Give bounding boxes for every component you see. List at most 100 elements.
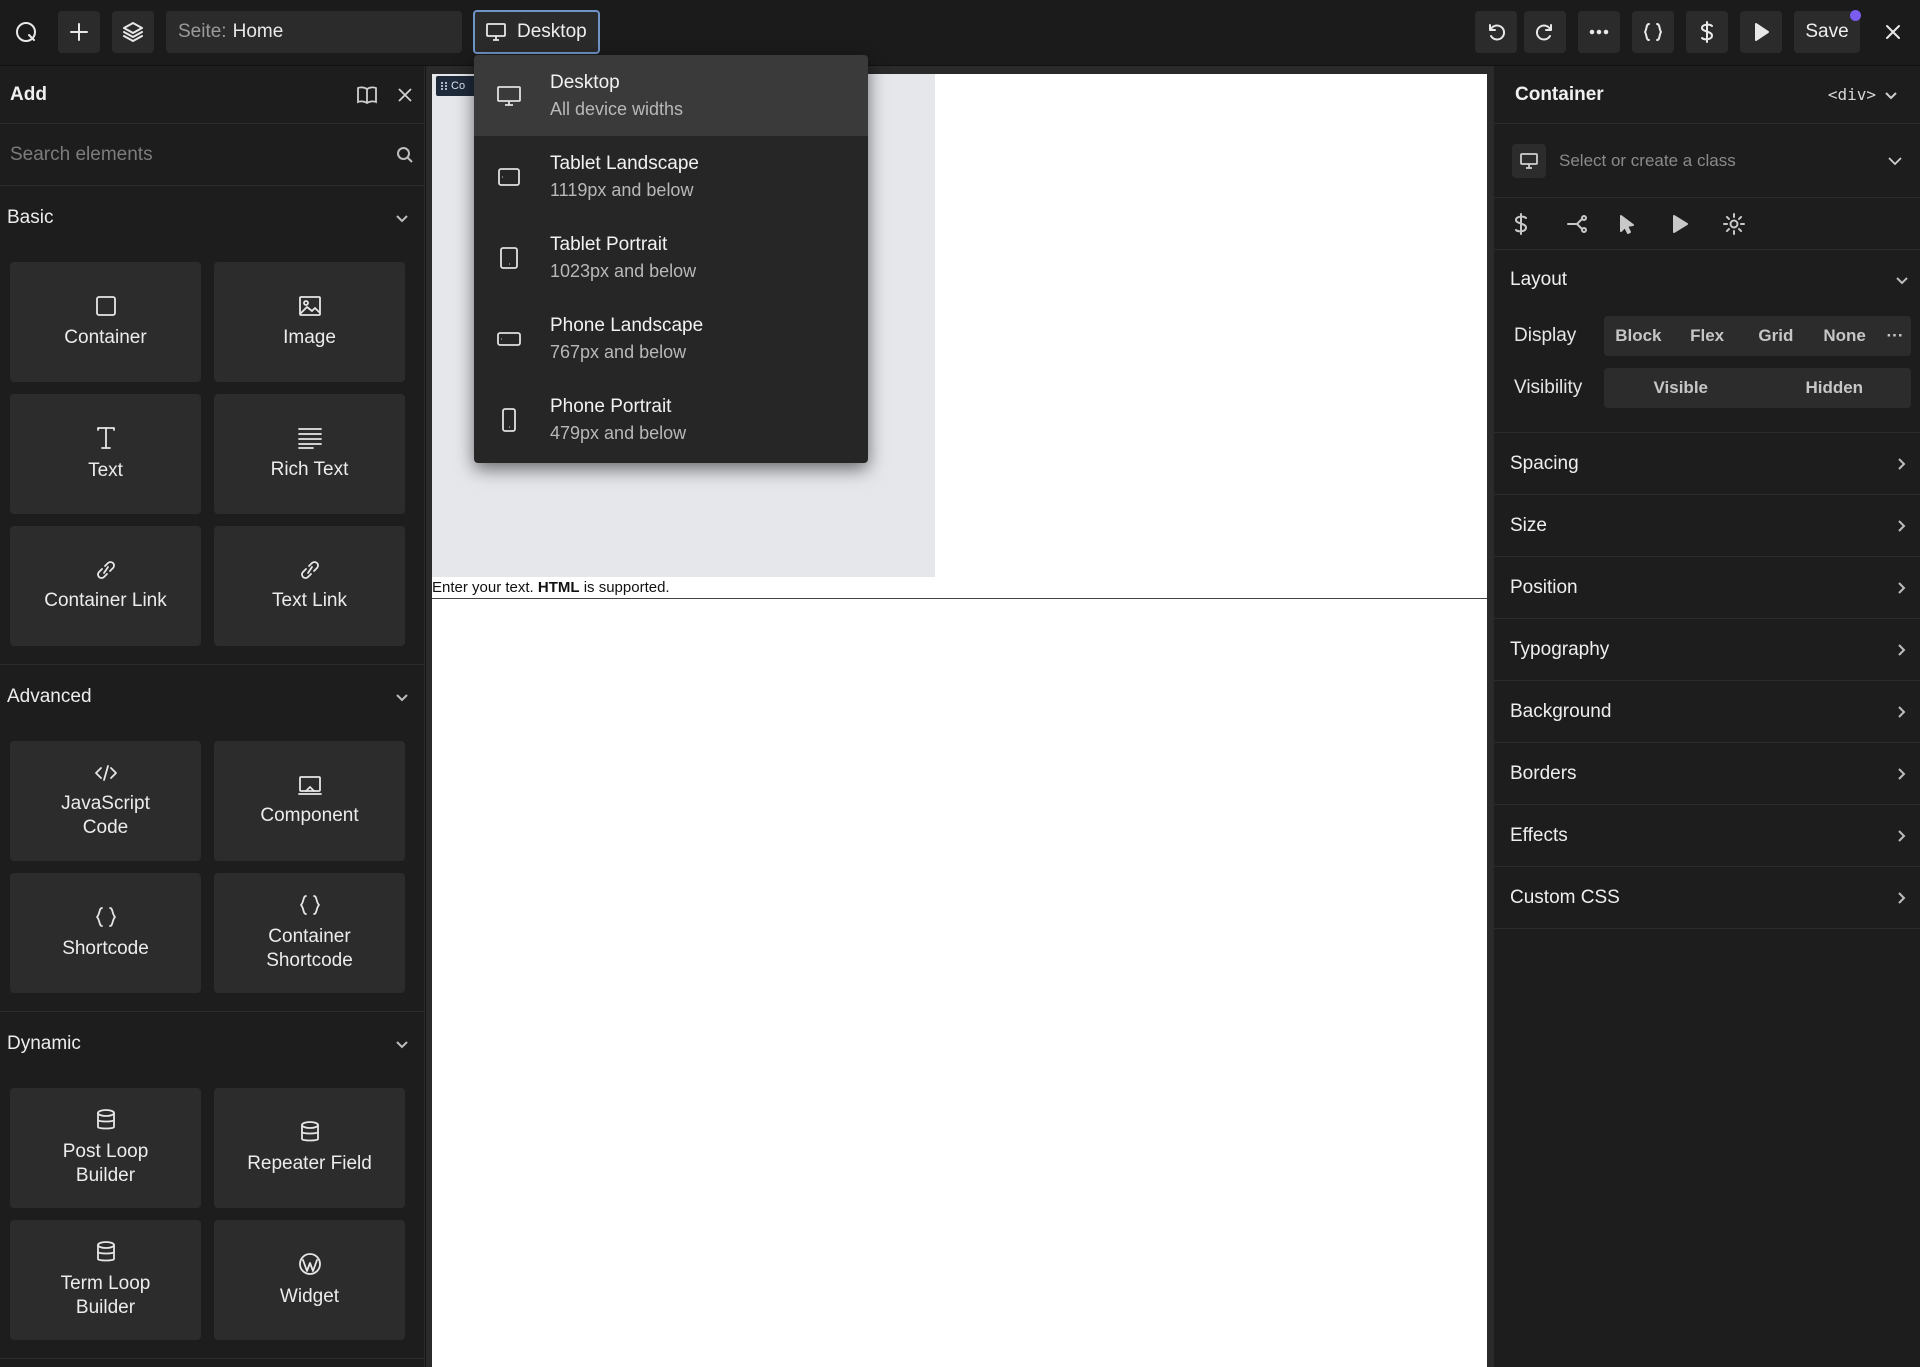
text-element-bold: HTML: [537, 579, 580, 596]
page-selector[interactable]: Seite: Home: [166, 11, 462, 53]
breakpoint-desc: 767px and below: [550, 341, 687, 362]
visibility-option-visible[interactable]: Visible: [1604, 378, 1758, 398]
preview-button[interactable]: [1740, 11, 1782, 53]
section-label: Background: [1510, 700, 1612, 722]
element-text-link[interactable]: Text Link: [214, 526, 405, 646]
tablet-landscape-icon: [498, 167, 520, 186]
section-dynamic-header[interactable]: Dynamic: [0, 1012, 424, 1076]
device-breakpoint-button[interactable]: Desktop: [473, 10, 600, 54]
chevron-right-icon: [1898, 767, 1906, 780]
dynamic-data-button[interactable]: [1686, 11, 1728, 53]
selected-element-tag[interactable]: Co: [436, 76, 476, 96]
code-button[interactable]: [1632, 11, 1674, 53]
close-icon[interactable]: [396, 86, 414, 104]
add-element-button[interactable]: [58, 11, 100, 53]
layers-button[interactable]: [112, 11, 154, 53]
section-label: Position: [1510, 576, 1578, 598]
section-custom-css[interactable]: Custom CSS: [1494, 867, 1920, 929]
gear-icon[interactable]: [1722, 212, 1775, 236]
chevron-down-icon: [396, 1041, 408, 1049]
breakpoint-option-tablet-portrait[interactable]: Tablet Portrait 1023px and below: [474, 217, 868, 298]
play-icon[interactable]: [1670, 213, 1723, 235]
element-image[interactable]: Image: [214, 262, 405, 382]
element-widget[interactable]: Widget: [214, 1220, 405, 1340]
page-selector-value: Home: [232, 21, 284, 42]
divider: [432, 598, 1487, 599]
link-icon: [300, 561, 319, 579]
section-effects[interactable]: Effects: [1494, 805, 1920, 867]
section-spacing[interactable]: Spacing: [1494, 433, 1920, 495]
tablet-portrait-icon: [500, 246, 518, 269]
class-selector-placeholder: Select or create a class: [1559, 150, 1736, 170]
section-advanced-header[interactable]: Advanced: [0, 665, 424, 729]
element-shortcode[interactable]: Shortcode: [10, 873, 201, 993]
section-borders[interactable]: Borders: [1494, 743, 1920, 805]
breakpoint-option-tablet-landscape[interactable]: Tablet Landscape 1119px and below: [474, 136, 868, 217]
class-selector[interactable]: Select or create a class: [1494, 124, 1920, 198]
breakpoint-option-phone-portrait[interactable]: Phone Portrait 479px and below: [474, 379, 868, 460]
drag-handle-icon: [441, 82, 447, 90]
cursor-icon[interactable]: [1617, 213, 1670, 235]
display-row: Display Block Flex Grid None ···: [1494, 310, 1920, 362]
display-more-button[interactable]: ···: [1879, 326, 1911, 346]
element-container-shortcode[interactable]: Container Shortcode: [214, 873, 405, 993]
redo-button[interactable]: [1524, 11, 1566, 53]
chevron-right-icon: [1898, 519, 1906, 532]
element-component[interactable]: Component: [214, 741, 405, 861]
layout-section-title: Layout: [1510, 269, 1568, 290]
close-builder-button[interactable]: [1872, 11, 1914, 53]
chevron-right-icon: [1898, 457, 1906, 470]
display-option-flex[interactable]: Flex: [1673, 326, 1742, 346]
display-option-grid[interactable]: Grid: [1742, 326, 1811, 346]
html-tag-selector[interactable]: <div>: [1828, 85, 1876, 104]
desktop-icon: [1512, 143, 1546, 178]
section-advanced-label: Advanced: [7, 686, 92, 707]
dollar-icon: [1701, 21, 1713, 43]
add-panel-title: Add: [10, 83, 47, 105]
book-icon[interactable]: [356, 85, 378, 105]
chevron-right-icon: [1898, 829, 1906, 842]
element-post-loop-builder[interactable]: Post Loop Builder: [10, 1088, 201, 1208]
section-label: Custom CSS: [1510, 886, 1620, 908]
desktop-icon: [486, 23, 506, 41]
visibility-options: Visible Hidden: [1604, 368, 1911, 408]
dollar-icon[interactable]: [1512, 212, 1565, 236]
section-position[interactable]: Position: [1494, 557, 1920, 619]
dynamic-elements-grid: Post Loop Builder Repeater Field Term Lo…: [0, 1076, 424, 1359]
element-container[interactable]: Container: [10, 262, 201, 382]
redo-icon: [1535, 24, 1552, 41]
section-label: Size: [1510, 514, 1547, 536]
display-option-block[interactable]: Block: [1604, 326, 1673, 346]
chevron-right-icon: [1898, 891, 1906, 904]
element-text[interactable]: Text: [10, 394, 201, 514]
share-icon[interactable]: [1565, 213, 1618, 235]
section-size[interactable]: Size: [1494, 495, 1920, 557]
section-basic-header[interactable]: Basic: [0, 186, 424, 250]
breakpoint-name: Desktop: [550, 71, 620, 93]
display-option-none[interactable]: None: [1810, 326, 1879, 346]
layout-section-header[interactable]: Layout: [1494, 250, 1920, 310]
text-element[interactable]: Enter your text. HTML is supported.: [432, 579, 670, 596]
undo-button[interactable]: [1475, 11, 1517, 53]
section-background[interactable]: Background: [1494, 681, 1920, 743]
desktop-icon: [497, 85, 521, 106]
element-repeater-field[interactable]: Repeater Field: [214, 1088, 405, 1208]
more-options-button[interactable]: [1578, 11, 1620, 53]
logo-icon[interactable]: [6, 11, 46, 53]
page-selector-prefix: Seite:: [178, 21, 227, 42]
inspector-header: Container <div>: [1494, 66, 1920, 124]
element-javascript-code[interactable]: JavaScript Code: [10, 741, 201, 861]
visibility-option-hidden[interactable]: Hidden: [1758, 378, 1912, 398]
element-label: Text Link: [272, 590, 347, 611]
breakpoint-desc: 1119px and below: [550, 179, 694, 200]
inspector-tool-row: [1494, 198, 1920, 250]
section-typography[interactable]: Typography: [1494, 619, 1920, 681]
element-rich-text[interactable]: Rich Text: [214, 394, 405, 514]
breakpoint-option-phone-landscape[interactable]: Phone Landscape 767px and below: [474, 298, 868, 379]
search-input[interactable]: [10, 143, 396, 166]
breakpoint-option-desktop[interactable]: Desktop All device widths: [474, 55, 868, 136]
element-term-loop-builder[interactable]: Term Loop Builder: [10, 1220, 201, 1340]
element-container-link[interactable]: Container Link: [10, 526, 201, 646]
chevron-down-icon: [1885, 91, 1897, 99]
image-icon: [298, 296, 321, 316]
